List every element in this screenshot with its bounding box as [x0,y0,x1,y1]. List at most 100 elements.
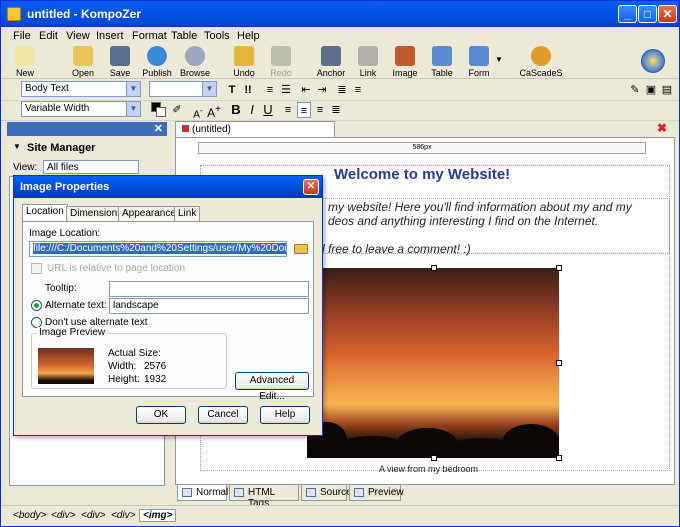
view-label: View: [13,162,38,173]
menu-insert[interactable]: Insert [96,30,124,42]
ok-button[interactable]: OK [136,406,186,424]
highlight-pen-icon[interactable]: ✐ [171,102,183,118]
align-center-icon[interactable]: ≡ [351,82,365,98]
tab-link[interactable]: Link [174,206,201,221]
link-chain-icon [358,46,378,66]
title-bar[interactable]: untitled - KompoZer _ □ ✕ [1,1,679,27]
resize-handle-top[interactable] [431,265,437,271]
alternate-text-input[interactable]: landscape [109,298,309,314]
close-icon[interactable]: ✕ [154,122,163,135]
globe-icon [147,46,167,66]
new-page-icon [15,46,35,66]
background-color-swatch[interactable] [156,107,166,117]
help-button[interactable]: Help [260,406,310,424]
paragraph-style-select[interactable]: Body Text ▼ [21,81,141,97]
chevron-down-icon: ▼ [126,82,140,96]
menu-table[interactable]: Table [171,30,197,42]
document-icon [182,125,189,132]
crumb-body[interactable]: <body> [13,510,46,521]
menu-edit[interactable]: Edit [39,30,58,42]
dialog-close-button[interactable]: ✕ [303,179,319,195]
view-filter-select[interactable]: All files [43,160,139,174]
image-caption: A view from my bedroom [379,464,479,474]
sunset-image[interactable] [307,268,559,458]
bullet-list-icon[interactable]: ☰ [279,82,293,98]
css-icon[interactable]: ▤ [661,82,673,98]
tab-preview[interactable]: Preview [349,485,404,501]
crumb-img[interactable]: <img> [139,509,177,522]
important-marker-icon[interactable]: !! [241,82,255,98]
italic-button[interactable]: I [245,102,259,118]
image-location-input[interactable]: file:///C:/Documents%20and%20Settings/us… [29,241,287,257]
justify-button[interactable]: ≣ [329,102,343,118]
menu-help[interactable]: Help [237,30,260,42]
text-direction-ltr-button[interactable]: T [225,82,239,98]
bold-button[interactable]: B [229,102,243,118]
tab-normal[interactable]: Normal [177,485,228,501]
close-window-button[interactable]: ✕ [658,5,677,23]
intro-line-2: deos and anything interesting I find on … [328,214,599,228]
tab-untitled[interactable]: (untitled) [175,121,335,137]
font-face-select[interactable]: Variable Width ▼ [21,101,141,117]
menu-bar: File Edit View Insert Format Table Tools… [1,27,679,45]
dialog-title-bar[interactable]: Image Properties ✕ [14,176,322,198]
font-style-select[interactable]: ▼ [149,81,217,97]
menu-file[interactable]: File [13,30,31,42]
site-manager-header[interactable]: ▼ Site Manager [7,139,167,157]
resize-handle-bottom[interactable] [431,455,437,461]
redo-button[interactable]: Redo [259,45,303,78]
chevron-down-icon: ▼ [13,142,21,151]
indent-icon[interactable]: ⇥ [315,82,329,98]
image-preview-title: Image Preview [37,327,108,338]
tab-source[interactable]: Source [301,485,352,501]
sidebar-header: ✕ [7,122,167,136]
resize-handle-top-right[interactable] [556,265,562,271]
crumb-div[interactable]: <div> [81,510,105,521]
choose-file-folder-icon[interactable] [294,244,308,254]
tooltip-input[interactable] [109,281,309,297]
alternate-text-radio[interactable] [31,300,42,311]
format-toolbar-2: Variable Width ▼ ✐ A- A+ B I U ≡ ≡ ≡ ≣ [1,99,679,121]
resize-handle-bottom-right[interactable] [556,455,562,461]
form-dropdown-arrow-icon[interactable]: ▼ [495,55,503,64]
height-label: Height: [108,374,140,385]
menu-view[interactable]: View [66,30,90,42]
crumb-div[interactable]: <div> [111,510,135,521]
cancel-button[interactable]: Cancel [198,406,248,424]
numbered-list-icon[interactable]: ≡ [263,82,277,98]
location-panel: Image Location: file:///C:/Documents%20a… [22,221,314,402]
tab-html-tags[interactable]: HTML Tags [229,485,299,509]
tab-location[interactable]: Location [22,204,68,222]
cascades-button[interactable]: CaScadeS [517,45,565,78]
menu-tools[interactable]: Tools [204,30,230,42]
close-tab-icon[interactable]: ✖ [657,121,667,135]
font-larger-button[interactable]: A+ [207,102,221,120]
align-left-icon[interactable]: ≣ [335,82,349,98]
align-left-button[interactable]: ≡ [281,102,295,118]
image-preview-thumbnail [38,348,94,384]
width-label: Width: [108,361,137,372]
chevron-down-icon: ▼ [126,102,140,116]
spellcheck-icon[interactable]: ✎ [629,82,641,98]
composition-toolbar: New Open Save Publish Browse Undo Redo A… [1,45,679,79]
source-icon [306,488,316,497]
outdent-icon[interactable]: ⇤ [299,82,313,98]
font-smaller-button[interactable]: A- [191,102,205,120]
url-relative-checkbox[interactable] [31,263,42,274]
browse-button[interactable]: Browse [173,45,217,78]
underline-button[interactable]: U [261,102,275,118]
new-button[interactable]: New [3,45,47,78]
image-icon [395,46,415,66]
dialog-title: Image Properties [20,181,110,193]
align-right-button[interactable]: ≡ [313,102,327,118]
page-properties-icon[interactable]: ▣ [645,82,657,98]
tab-appearance[interactable]: Appearance [118,206,180,221]
chevron-down-icon: ▼ [202,82,216,96]
resize-handle-right[interactable] [556,360,562,366]
menu-format[interactable]: Format [132,30,167,42]
minimize-button[interactable]: _ [618,5,637,23]
align-center-button[interactable]: ≡ [297,102,311,118]
crumb-div[interactable]: <div> [51,510,75,521]
advanced-edit-button[interactable]: Advanced Edit... [235,372,309,402]
maximize-button[interactable]: □ [638,5,657,23]
